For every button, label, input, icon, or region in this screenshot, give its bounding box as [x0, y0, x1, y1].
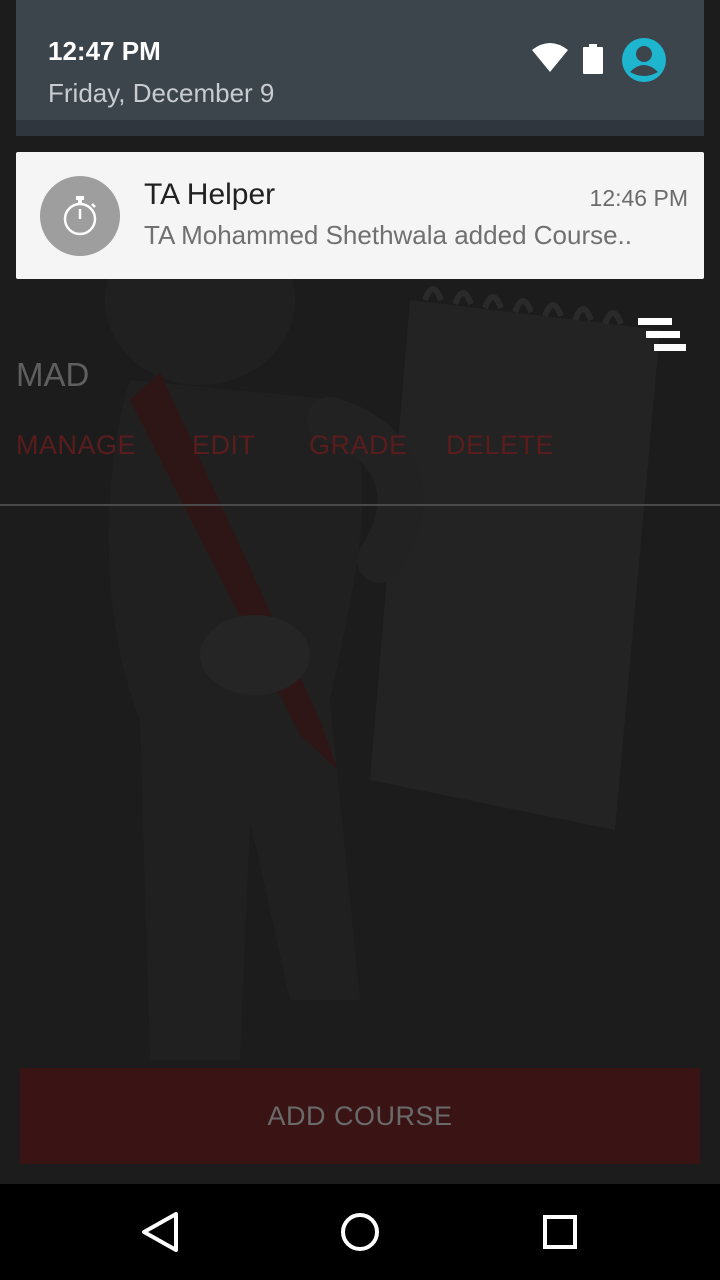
home-icon[interactable]	[336, 1208, 384, 1256]
wifi-icon	[532, 42, 568, 77]
notification-title: TA Helper	[144, 178, 276, 211]
shade-handle	[16, 120, 704, 136]
add-course-label: ADD COURSE	[267, 1100, 453, 1131]
navigation-bar	[0, 1184, 720, 1280]
grade-button[interactable]: GRADE	[309, 430, 446, 461]
add-course-button[interactable]: ADD COURSE	[20, 1068, 700, 1164]
stopwatch-icon	[40, 176, 120, 256]
battery-icon	[583, 44, 603, 79]
notification-text: TA Mohammed Shethwala added Course..	[144, 220, 633, 250]
list-menu-icon[interactable]	[638, 318, 688, 354]
notification-card[interactable]: TA Helper 12:46 PM TA Mohammed Shethwala…	[16, 152, 704, 279]
manage-button[interactable]: MANAGE	[16, 430, 192, 461]
edit-button[interactable]: EDIT	[192, 430, 309, 461]
account-icon[interactable]	[622, 38, 666, 87]
delete-button[interactable]: DELETE	[446, 430, 554, 461]
divider	[0, 504, 720, 506]
course-actions: MANAGE EDIT GRADE DELETE	[16, 430, 554, 461]
clock: 12:47 PM	[48, 36, 161, 66]
course-name: MAD	[16, 356, 90, 393]
date: Friday, December 9	[48, 78, 275, 108]
notification-time: 12:46 PM	[589, 185, 688, 211]
recents-icon[interactable]	[536, 1208, 584, 1256]
notification-shade-header: 12:47 PM Friday, December 9	[16, 0, 704, 136]
back-icon[interactable]	[136, 1208, 184, 1256]
